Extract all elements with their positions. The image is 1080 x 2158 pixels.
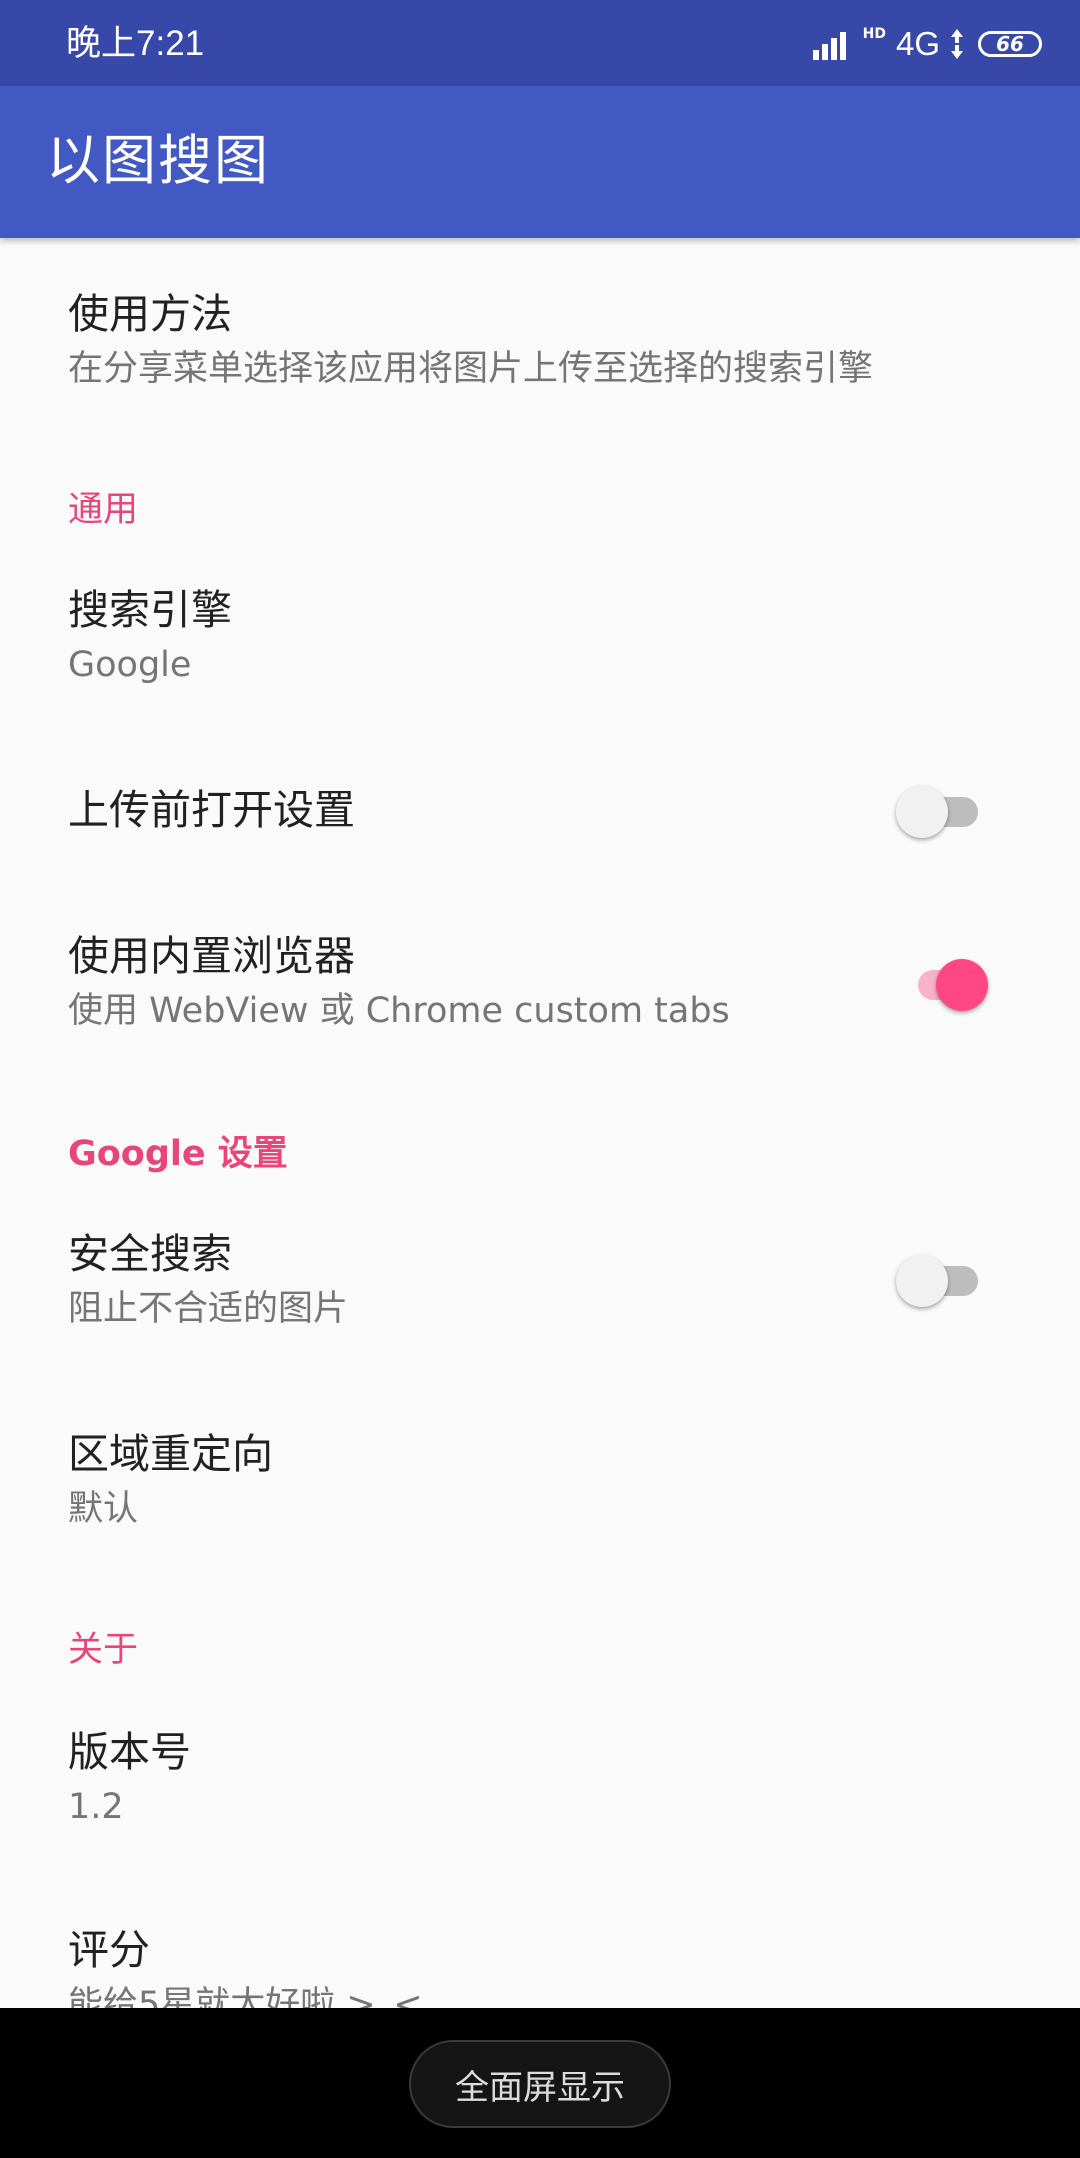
switch-thumb: [896, 1255, 948, 1307]
settings-list[interactable]: 使用方法 在分享菜单选择该应用将图片上传至选择的搜索引擎 通用 搜索引擎 Goo…: [0, 238, 1080, 2008]
fullscreen-display-button[interactable]: 全面屏显示: [409, 2040, 671, 2128]
pref-title: 评分: [68, 1926, 150, 1974]
pref-usage[interactable]: 使用方法 在分享菜单选择该应用将图片上传至选择的搜索引擎: [68, 288, 1080, 392]
pref-search-engine[interactable]: 搜索引擎 Google: [68, 584, 1080, 688]
status-icons: HD 4G 66: [812, 24, 1042, 64]
app-bar: 以图搜图: [0, 86, 1080, 238]
pref-title: 版本号: [68, 1728, 191, 1776]
pref-title: 使用方法: [68, 290, 232, 338]
status-bar: 晚上7:21 HD 4G 66: [0, 0, 1080, 86]
pref-summary: 1.2: [68, 1787, 124, 1827]
hd-badge: HD: [862, 26, 886, 42]
battery-level: 66: [996, 32, 1024, 56]
open-settings-switch[interactable]: [896, 783, 986, 839]
pref-version[interactable]: 版本号 1.2: [68, 1726, 1080, 1830]
status-time: 晚上7:21: [66, 24, 205, 63]
pref-summary: 默认: [68, 1489, 139, 1529]
pref-region-redirect[interactable]: 区域重定向 默认: [68, 1428, 1080, 1532]
switch-thumb: [936, 959, 988, 1011]
data-arrows-icon: [951, 29, 963, 59]
pref-summary: Google: [68, 645, 192, 685]
switch-thumb: [896, 786, 948, 838]
battery-icon: 66: [978, 31, 1042, 57]
safe-search-switch[interactable]: [896, 1252, 986, 1308]
navigation-bar: 全面屏显示: [0, 2008, 1080, 2158]
network-type: 4G: [895, 25, 940, 62]
signal-icon: [812, 32, 846, 60]
pref-rating[interactable]: 评分 能给5星就太好啦 >_<: [68, 1924, 1080, 2008]
pref-title: 区域重定向: [68, 1430, 273, 1478]
pref-summary: 能给5星就太好啦 >_<: [68, 1985, 423, 2008]
pref-summary: 在分享菜单选择该应用将图片上传至选择的搜索引擎: [68, 349, 874, 389]
pref-title: 搜索引擎: [68, 586, 232, 634]
builtin-browser-switch[interactable]: [898, 956, 988, 1012]
app-title: 以图搜图: [46, 129, 270, 192]
category-general: 通用: [68, 490, 139, 530]
category-google: Google 设置: [68, 1134, 288, 1174]
category-about: 关于: [68, 1630, 139, 1670]
